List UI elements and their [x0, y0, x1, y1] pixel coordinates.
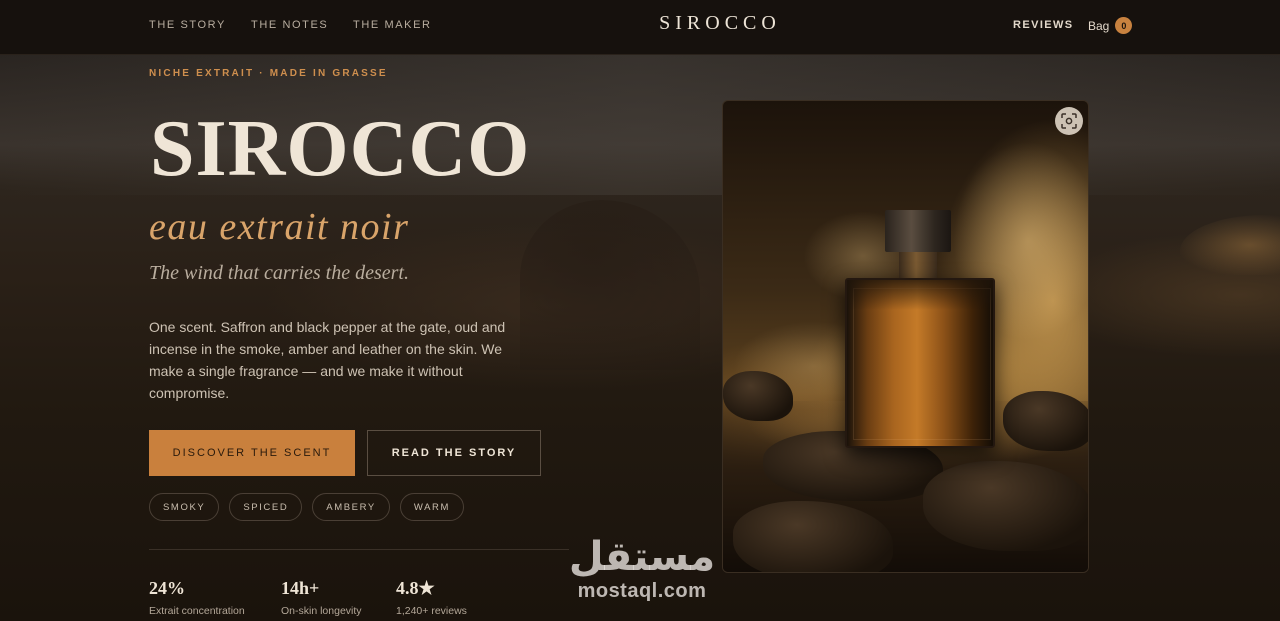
- nav-link-reviews[interactable]: REVIEWS: [1013, 19, 1074, 31]
- focus-icon[interactable]: [1055, 107, 1083, 135]
- bottle-neck: [899, 252, 937, 278]
- bag-button[interactable]: Bag 0: [1088, 17, 1133, 34]
- stat-label: On-skin longevity: [281, 605, 362, 617]
- watermark: مستقل mostaql.com: [562, 534, 722, 603]
- bottle-cap: [885, 210, 951, 252]
- product-image-card: [722, 100, 1089, 573]
- scent-tags: SMOKY SPICED AMBERY WARM: [149, 493, 464, 521]
- tag-spiced: SPICED: [229, 493, 303, 521]
- stat-concentration: 24% Extrait concentration: [149, 578, 245, 617]
- stat-label: 1,240+ reviews: [396, 605, 467, 617]
- bag-label: Bag: [1088, 18, 1110, 33]
- dune-highlight: [1180, 215, 1280, 275]
- stat-reviews: 4.8★ 1,240+ reviews: [396, 578, 467, 617]
- rock: [923, 461, 1088, 551]
- watermark-arabic: مستقل: [568, 534, 716, 580]
- focus-icon-glyph: [1061, 113, 1077, 129]
- tag-warm: WARM: [399, 493, 464, 521]
- stat-label: Extrait concentration: [149, 605, 245, 617]
- dune-shadow: [520, 200, 700, 370]
- perfume-bottle: [845, 278, 995, 448]
- stat-value: 24%: [149, 578, 185, 598]
- stat-longevity: 14h+ On-skin longevity: [281, 578, 362, 617]
- watermark-latin: mostaql.com: [577, 580, 707, 602]
- stats-divider: [149, 549, 569, 550]
- stat-value: 14h+: [281, 578, 320, 598]
- bag-count-badge: 0: [1115, 17, 1133, 34]
- stat-value: 4.8★: [396, 578, 435, 598]
- tag-ambery: AMBERY: [312, 493, 390, 521]
- hero-title: SIROCCO: [150, 105, 531, 193]
- hero-tagline: The wind that carries the desert.: [149, 262, 409, 284]
- discover-scent-button[interactable]: DISCOVER THE SCENT: [149, 430, 355, 476]
- read-story-button[interactable]: READ THE STORY: [367, 430, 541, 476]
- rock: [1003, 391, 1088, 451]
- hero-description: One scent. Saffron and black pepper at t…: [149, 319, 506, 401]
- tag-smoky: SMOKY: [149, 493, 220, 521]
- hero-subtitle: eau extrait noir: [149, 206, 410, 248]
- hero-eyebrow: NICHE EXTRAIT · MADE IN GRASSE: [149, 68, 388, 79]
- top-nav: THE STORY THE NOTES THE MAKER SIROCCO RE…: [0, 0, 1280, 55]
